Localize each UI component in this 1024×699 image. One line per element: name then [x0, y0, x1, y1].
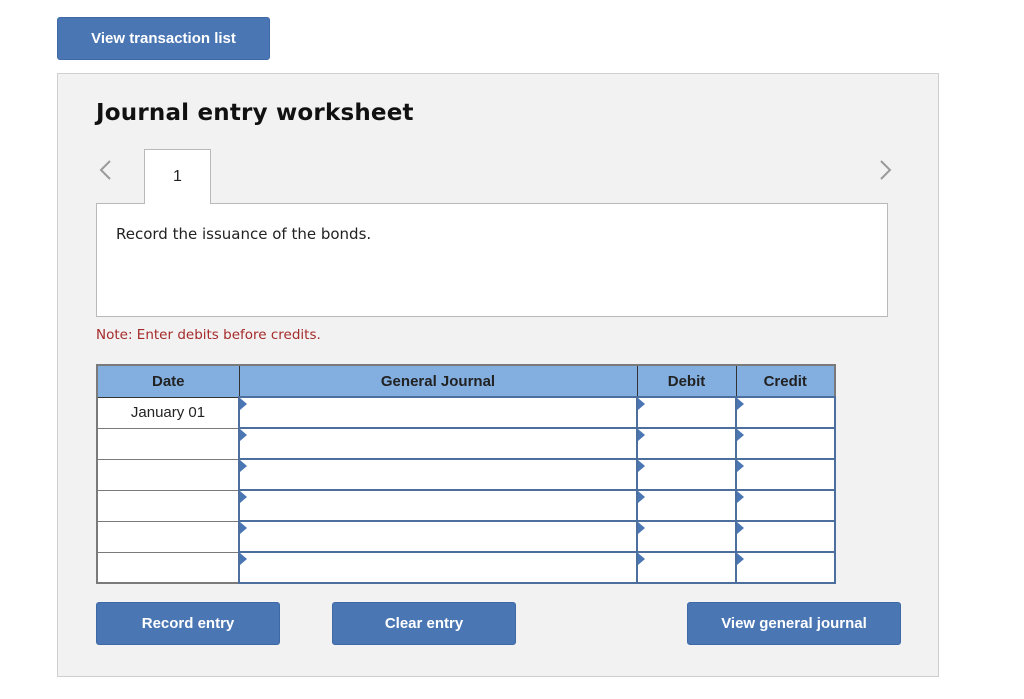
dropdown-indicator-icon [737, 429, 744, 441]
debit-input[interactable] [638, 522, 735, 551]
dropdown-indicator-icon [638, 398, 645, 410]
account-input[interactable] [240, 398, 636, 427]
table-row [96, 489, 836, 522]
debit-input[interactable] [638, 398, 735, 427]
dropdown-indicator-icon [240, 522, 247, 534]
credit-cell [735, 427, 836, 460]
debit-cell [636, 396, 737, 429]
account-input[interactable] [240, 429, 636, 458]
date-cell[interactable] [96, 458, 240, 491]
journal-table: Date General Journal Debit Credit Januar… [96, 364, 836, 584]
table-row [96, 551, 836, 584]
date-cell[interactable] [96, 520, 240, 553]
journal-entry-worksheet-panel: Journal entry worksheet 1 Record the iss… [57, 73, 939, 677]
table-row [96, 520, 836, 553]
tab-entry-1[interactable]: 1 [144, 149, 211, 204]
account-cell [238, 520, 638, 553]
dropdown-indicator-icon [737, 522, 744, 534]
view-general-journal-button[interactable]: View general journal [687, 602, 901, 645]
account-input[interactable] [240, 553, 636, 582]
dropdown-indicator-icon [638, 460, 645, 472]
header-credit: Credit [735, 364, 836, 398]
debit-input[interactable] [638, 491, 735, 520]
transaction-prompt: Record the issuance of the bonds. [116, 225, 372, 243]
header-general-journal: General Journal [238, 364, 638, 398]
date-cell[interactable] [96, 427, 240, 460]
account-cell [238, 489, 638, 522]
credit-input[interactable] [737, 398, 834, 427]
credit-cell [735, 551, 836, 584]
debit-cell [636, 489, 737, 522]
debit-cell [636, 427, 737, 460]
credit-cell [735, 396, 836, 429]
credit-cell [735, 520, 836, 553]
dropdown-indicator-icon [737, 460, 744, 472]
account-input[interactable] [240, 460, 636, 489]
dropdown-indicator-icon [737, 491, 744, 503]
table-row [96, 458, 836, 491]
dropdown-indicator-icon [240, 491, 247, 503]
date-cell[interactable] [96, 489, 240, 522]
account-input[interactable] [240, 491, 636, 520]
dropdown-indicator-icon [737, 553, 744, 565]
dropdown-indicator-icon [638, 553, 645, 565]
credit-input[interactable] [737, 491, 834, 520]
transaction-prompt-box: Record the issuance of the bonds. [96, 203, 888, 317]
table-row: January 01 [96, 396, 836, 429]
credit-input[interactable] [737, 460, 834, 489]
worksheet-title: Journal entry worksheet [96, 100, 414, 126]
credit-cell [735, 458, 836, 491]
credit-input[interactable] [737, 522, 834, 551]
account-cell [238, 551, 638, 584]
dropdown-indicator-icon [240, 460, 247, 472]
dropdown-indicator-icon [240, 553, 247, 565]
chevron-right-icon[interactable] [875, 158, 895, 182]
account-cell [238, 458, 638, 491]
date-cell[interactable] [96, 551, 240, 584]
clear-entry-button[interactable]: Clear entry [332, 602, 516, 645]
credit-input[interactable] [737, 429, 834, 458]
view-transaction-list-button[interactable]: View transaction list [57, 17, 270, 60]
header-date: Date [96, 364, 240, 398]
dropdown-indicator-icon [240, 429, 247, 441]
account-input[interactable] [240, 522, 636, 551]
debit-input[interactable] [638, 460, 735, 489]
record-entry-button[interactable]: Record entry [96, 602, 280, 645]
note-text: Note: Enter debits before credits. [96, 327, 321, 343]
credit-cell [735, 489, 836, 522]
debit-input[interactable] [638, 553, 735, 582]
header-debit: Debit [636, 364, 737, 398]
account-cell [238, 396, 638, 429]
debit-cell [636, 520, 737, 553]
dropdown-indicator-icon [240, 398, 247, 410]
dropdown-indicator-icon [638, 522, 645, 534]
credit-input[interactable] [737, 553, 834, 582]
dropdown-indicator-icon [737, 398, 744, 410]
dropdown-indicator-icon [638, 429, 645, 441]
table-row [96, 427, 836, 460]
debit-input[interactable] [638, 429, 735, 458]
dropdown-indicator-icon [638, 491, 645, 503]
date-cell[interactable]: January 01 [96, 396, 240, 429]
table-header-row: Date General Journal Debit Credit [96, 364, 836, 398]
chevron-left-icon[interactable] [96, 158, 116, 182]
debit-cell [636, 551, 737, 584]
debit-cell [636, 458, 737, 491]
account-cell [238, 427, 638, 460]
